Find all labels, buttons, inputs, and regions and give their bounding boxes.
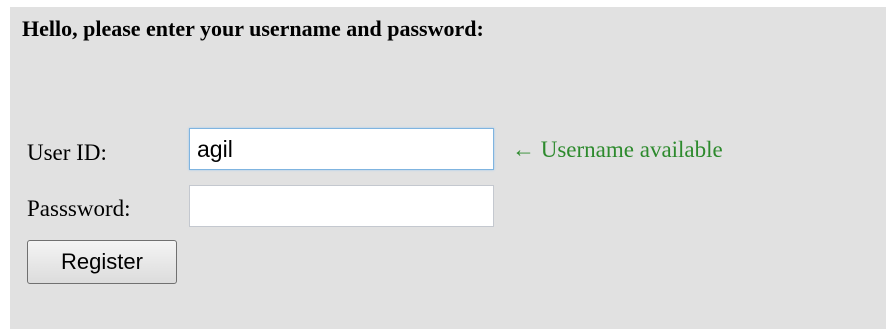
user-id-input[interactable] (189, 128, 494, 170)
register-button[interactable]: Register (27, 240, 177, 284)
username-availability-status: ← Username available (512, 137, 723, 162)
user-id-label: User ID: (27, 140, 107, 165)
password-input[interactable] (189, 185, 494, 227)
form-heading: Hello, please enter your username and pa… (22, 16, 484, 41)
password-label: Passsword: (27, 196, 131, 221)
